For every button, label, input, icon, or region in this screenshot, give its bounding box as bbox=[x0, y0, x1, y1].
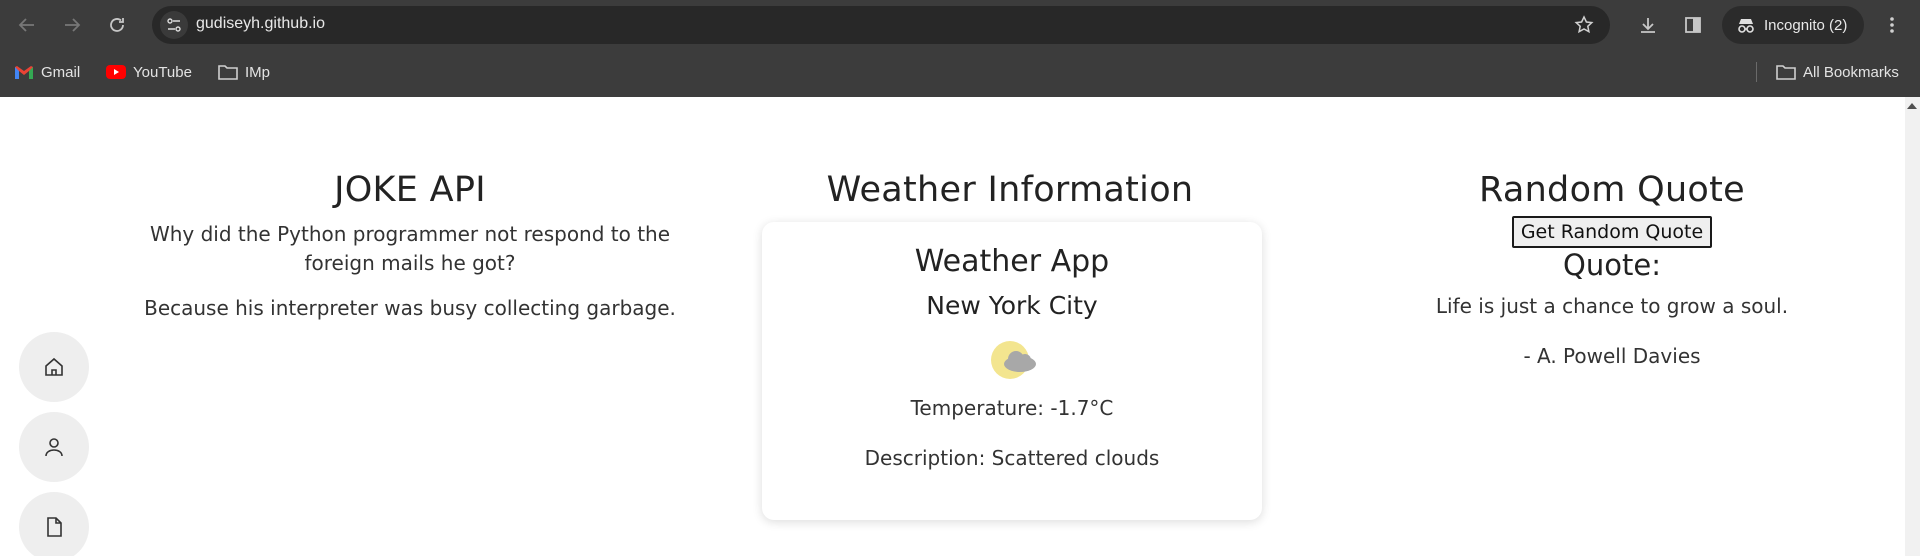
reload-button[interactable] bbox=[99, 7, 135, 43]
incognito-badge[interactable]: Incognito (2) bbox=[1722, 6, 1864, 44]
downloads-button[interactable] bbox=[1630, 7, 1666, 43]
bookmark-star-icon[interactable] bbox=[1574, 15, 1594, 39]
all-bookmarks-button[interactable]: All Bookmarks bbox=[1776, 60, 1899, 84]
quote-text: Life is just a chance to grow a soul. bbox=[1435, 294, 1789, 318]
document-icon bbox=[47, 517, 62, 537]
home-icon bbox=[45, 357, 63, 376]
address-bar[interactable]: gudiseyh.github.io bbox=[152, 6, 1610, 44]
menu-button[interactable] bbox=[1874, 7, 1910, 43]
bookmarks-separator bbox=[1756, 62, 1757, 82]
quote-title: Random Quote bbox=[1478, 170, 1746, 210]
gmail-icon bbox=[15, 65, 33, 79]
all-bookmarks-label: All Bookmarks bbox=[1803, 63, 1899, 81]
quote-author: - A. Powell Davies bbox=[1523, 344, 1701, 368]
quote-label: Quote: bbox=[1563, 248, 1661, 282]
scattered-clouds-icon bbox=[991, 341, 1036, 379]
weather-card: Weather App New York City Temperature: -… bbox=[762, 222, 1262, 520]
folder-icon bbox=[1776, 65, 1796, 80]
sidebar-item-profile[interactable] bbox=[19, 412, 89, 482]
back-button[interactable] bbox=[9, 7, 45, 43]
site-info-button[interactable] bbox=[160, 11, 188, 39]
reload-icon bbox=[110, 18, 124, 32]
forward-button[interactable] bbox=[54, 7, 90, 43]
forward-arrow-icon bbox=[65, 18, 81, 32]
joke-setup: Why did the Python programmer not respon… bbox=[149, 222, 671, 275]
kebab-menu-icon bbox=[1890, 17, 1894, 33]
bookmark-gmail[interactable]: Gmail bbox=[14, 60, 80, 84]
quote-section: Random Quote Get Random Quote Quote: Lif… bbox=[1412, 170, 1812, 371]
sidebar-item-document[interactable] bbox=[19, 492, 89, 556]
bookmark-folder-imp[interactable]: IMp bbox=[218, 60, 270, 84]
joke-section: JOKE API Why did the Python programmer n… bbox=[125, 170, 695, 323]
weather-app-title: Weather App bbox=[914, 244, 1110, 279]
folder-icon bbox=[218, 65, 238, 80]
bookmarks-bar bbox=[0, 50, 1920, 97]
incognito-label: Incognito (2) bbox=[1764, 16, 1848, 34]
user-icon bbox=[45, 438, 63, 457]
bookmark-label: Gmail bbox=[41, 63, 81, 81]
scrollbar[interactable] bbox=[1905, 97, 1920, 556]
scroll-up-arrow-icon[interactable] bbox=[1907, 103, 1917, 109]
joke-punchline: Because his interpreter was busy collect… bbox=[144, 296, 676, 320]
incognito-icon bbox=[1738, 19, 1754, 33]
url-text[interactable]: gudiseyh.github.io bbox=[196, 15, 325, 33]
weather-city: New York City bbox=[926, 291, 1098, 320]
side-panel-button[interactable] bbox=[1675, 7, 1711, 43]
weather-title: Weather Information bbox=[826, 170, 1194, 210]
joke-title: JOKE API bbox=[334, 170, 486, 210]
bookmark-label: IMp bbox=[245, 63, 271, 81]
download-icon bbox=[1641, 18, 1655, 33]
weather-description: Description: Scattered clouds bbox=[864, 446, 1160, 470]
tune-icon bbox=[167, 18, 181, 32]
browser-toolbar: gudiseyh.github.io Incognito (2) bbox=[0, 0, 1920, 50]
bookmark-label: YouTube bbox=[133, 63, 192, 81]
weather-temperature: Temperature: -1.7°C bbox=[910, 396, 1114, 420]
bookmark-youtube[interactable]: YouTube bbox=[106, 60, 192, 84]
side-panel-icon bbox=[1685, 17, 1701, 33]
back-arrow-icon bbox=[18, 18, 34, 32]
get-random-quote-button[interactable]: Get Random Quote bbox=[1511, 216, 1713, 248]
sidebar-item-home[interactable] bbox=[19, 332, 89, 402]
youtube-icon bbox=[106, 65, 126, 79]
